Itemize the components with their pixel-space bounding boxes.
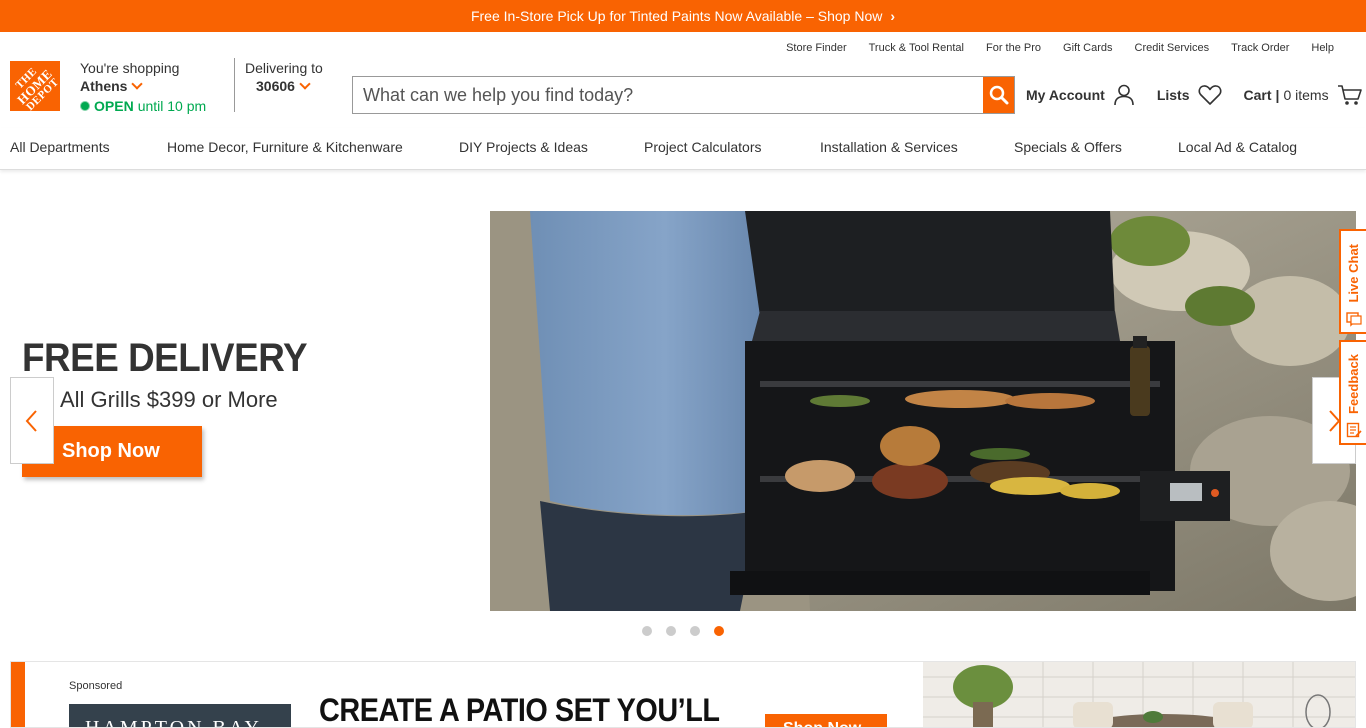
utility-link-credit-services[interactable]: Credit Services (1135, 42, 1210, 54)
home-depot-logo[interactable]: THE HOME DEPOT (10, 61, 62, 113)
chevron-down-icon (299, 77, 311, 90)
carousel-dot-4[interactable] (714, 626, 724, 636)
utility-nav: Store Finder Truck & Tool Rental For the… (786, 42, 1334, 54)
search-bar (352, 76, 1015, 114)
ad-brand-logo: HAMPTON BAY (69, 704, 291, 728)
delivery-zip: 30606 (256, 78, 295, 94)
promo-text: Free In-Store Pick Up for Tinted Paints … (470, 8, 883, 24)
user-icon (1114, 84, 1134, 106)
nav-local-ad-catalog[interactable]: Local Ad & Catalog (1178, 139, 1297, 155)
main-nav: All Departments Home Decor, Furniture & … (0, 128, 1366, 170)
grill-photo (490, 211, 1356, 611)
carousel-dot-1[interactable] (642, 626, 652, 636)
carousel-dots (642, 626, 724, 636)
nav-specials-offers[interactable]: Specials & Offers (1014, 139, 1122, 155)
lists-button[interactable]: Lists (1157, 84, 1222, 106)
hero-title: FREE DELIVERY (22, 336, 308, 380)
my-account-label: My Account (1026, 87, 1105, 103)
cart-icon (1337, 85, 1362, 105)
store-selector[interactable]: You're shopping Athens OPEN until 10 pm (80, 59, 206, 115)
cart-button[interactable]: Cart | 0 items (1244, 84, 1363, 106)
delivery-label: Delivering to (245, 60, 323, 76)
ad-accent-stripe (11, 662, 25, 727)
cart-count: 0 items (1283, 87, 1329, 103)
chat-icon (1345, 312, 1362, 327)
nav-all-departments[interactable]: All Departments (10, 139, 110, 155)
lists-label: Lists (1156, 87, 1190, 103)
delivery-zip-selector[interactable]: Delivering to 30606 (245, 59, 323, 95)
nav-installation-services[interactable]: Installation & Services (820, 139, 958, 155)
site-header: THE HOME DEPOT You're shopping Athens OP… (0, 32, 1366, 128)
carousel-dot-3[interactable] (690, 626, 700, 636)
sponsored-ad[interactable]: Sponsored HAMPTON BAY CREATE A PATIO SET… (10, 661, 1356, 728)
store-hours: OPEN until 10 pm (80, 97, 206, 115)
chevron-left-icon (25, 409, 37, 432)
live-chat-tab[interactable]: Live Chat (1339, 229, 1366, 334)
search-icon (989, 85, 1008, 105)
nav-project-calculators[interactable]: Project Calculators (644, 139, 762, 155)
store-status: OPEN (94, 98, 134, 114)
store-label: You're shopping (80, 60, 180, 76)
ad-cta-label: Shop Now (783, 720, 861, 727)
feedback-label: Feedback (1346, 354, 1361, 414)
sponsored-label: Sponsored (69, 680, 123, 692)
feedback-icon (1346, 422, 1362, 438)
nav-home-decor[interactable]: Home Decor, Furniture & Kitchenware (167, 139, 403, 155)
ad-shop-now-button[interactable]: Shop Now (765, 714, 887, 727)
hero-subtitle: All Grills $399 or More (60, 387, 278, 412)
store-city: Athens (80, 78, 128, 94)
utility-link-gift-cards[interactable]: Gift Cards (1063, 42, 1113, 54)
ad-patio-image[interactable] (923, 662, 1355, 727)
cart-separator: | (1275, 87, 1280, 103)
ad-headline: CREATE A PATIO SET YOU’LL (319, 692, 720, 728)
header-divider (234, 58, 235, 112)
hero-cta-label: Shop Now (62, 440, 160, 462)
search-button[interactable] (983, 77, 1014, 113)
nav-diy-projects[interactable]: DIY Projects & Ideas (459, 139, 588, 155)
store-city-row[interactable]: Athens (80, 77, 206, 95)
heart-icon (1198, 85, 1221, 105)
utility-link-for-the-pro[interactable]: For the Pro (986, 42, 1041, 54)
carousel-dot-2[interactable] (666, 626, 676, 636)
utility-link-track-order[interactable]: Track Order (1231, 42, 1289, 54)
hero-copy: FREE DELIVERY All Grills $399 or More Sh… (22, 336, 332, 477)
my-account-button[interactable]: My Account (1026, 84, 1135, 106)
store-hours-text: until 10 pm (137, 98, 207, 114)
utility-link-store-finder[interactable]: Store Finder (786, 42, 847, 54)
hero-grill-image[interactable] (490, 211, 1356, 611)
patio-photo (923, 662, 1355, 727)
ad-brand-name: HAMPTON BAY (85, 717, 262, 728)
utility-link-truck-tool-rental[interactable]: Truck & Tool Rental (869, 42, 964, 54)
cart-label: Cart (1243, 87, 1272, 103)
search-input[interactable] (353, 77, 983, 113)
feedback-tab[interactable]: Feedback (1339, 340, 1366, 445)
chevron-right-icon: › (890, 8, 896, 24)
live-chat-label: Live Chat (1346, 244, 1361, 303)
promo-banner[interactable]: Free In-Store Pick Up for Tinted Paints … (0, 0, 1366, 32)
chevron-down-icon (131, 77, 144, 90)
open-status-dot-icon (80, 101, 90, 111)
utility-link-help[interactable]: Help (1311, 42, 1334, 54)
delivery-zip-row[interactable]: 30606 (245, 77, 323, 95)
header-actions: My Account Lists Cart | 0 items (1026, 84, 1363, 106)
carousel-prev-button[interactable] (10, 377, 54, 464)
